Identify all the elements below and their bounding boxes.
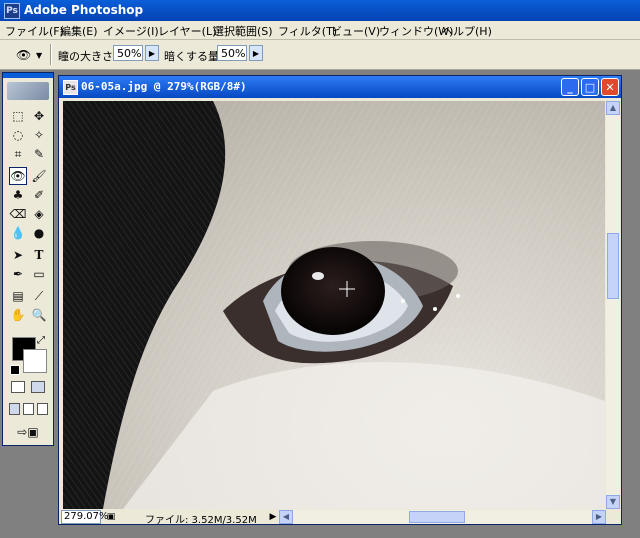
darken-amount-input[interactable] — [217, 45, 247, 61]
blur-tool-icon[interactable]: 💧 — [9, 224, 27, 242]
options-separator — [50, 44, 52, 65]
menu-layer[interactable]: レイヤー(L) — [158, 23, 216, 39]
background-color-swatch[interactable] — [23, 349, 47, 373]
crop-tool-icon[interactable]: ⌗ — [9, 145, 27, 163]
pupil-size-input[interactable] — [113, 45, 143, 61]
screen-mode-fullmenu-button[interactable] — [23, 403, 34, 415]
vertical-scrollbar[interactable]: ▲ ▼ — [606, 101, 620, 509]
history-brush-tool-icon[interactable]: ✐ — [30, 186, 48, 204]
app-title: Adobe Photoshop — [24, 3, 144, 17]
darken-amount-label: 暗くする量: — [164, 50, 223, 63]
vertical-scroll-thumb[interactable] — [607, 233, 619, 299]
status-bar: 279.07% ▣ ファイル: 3.52M/3.52M ▶ ◀ ▶ — [59, 510, 621, 526]
quick-mask-mode-button[interactable] — [31, 381, 45, 393]
move-tool-icon[interactable]: ✥ — [30, 107, 48, 125]
menu-bar: ファイル(F) 編集(E) イメージ(I) レイヤー(L) 選択範囲(S) フィ… — [0, 21, 640, 40]
paint-bucket-tool-icon[interactable]: ◈ — [30, 205, 48, 223]
standard-mode-button[interactable] — [11, 381, 25, 393]
tool-preset-picker[interactable]: 👁 ▼ — [14, 46, 44, 63]
magic-wand-tool-icon[interactable]: ✧ — [30, 126, 48, 144]
zoom-level-field[interactable]: 279.07% — [61, 510, 109, 524]
jump-to-imageready-icon[interactable]: ⇨▣ — [9, 423, 47, 441]
brush-tool-icon[interactable]: 🖌 — [30, 167, 48, 185]
scroll-up-button[interactable]: ▲ — [606, 101, 620, 115]
chevron-down-icon: ▼ — [36, 51, 43, 60]
pupil-size-slider-button[interactable]: ▶ — [145, 45, 159, 61]
rectangle-tool-icon[interactable]: ▭ — [30, 265, 48, 283]
path-selection-tool-icon[interactable]: ➤ — [9, 246, 27, 264]
horizontal-scroll-thumb[interactable] — [409, 511, 465, 523]
close-button[interactable]: ✕ — [601, 78, 619, 96]
zoom-tool-icon[interactable]: 🔍 — [30, 306, 48, 324]
swap-colors-icon[interactable]: ⤢ — [37, 335, 45, 346]
horizontal-scrollbar[interactable]: ◀ ▶ — [279, 510, 606, 524]
eyedropper-tool-icon[interactable]: ⟋ — [30, 287, 48, 305]
dog-eye-photo — [63, 101, 605, 509]
screen-mode-full-button[interactable] — [37, 403, 48, 415]
clone-stamp-tool-icon[interactable]: ♣ — [9, 186, 27, 204]
lasso-tool-icon[interactable]: ◌ — [9, 126, 27, 144]
type-tool-icon[interactable]: T — [30, 246, 48, 264]
marquee-tool-icon[interactable]: ⬚ — [9, 107, 27, 125]
file-size-info: ファイル: 3.52M/3.52M — [145, 515, 257, 526]
menu-view[interactable]: ビュー(V) — [331, 23, 380, 39]
menu-help[interactable]: ヘルプ(H) — [442, 23, 492, 39]
options-bar: 👁 ▼ 瞳の大きさ: ▶ 暗くする量: ▶ — [0, 40, 640, 70]
app-titlebar: Ps Adobe Photoshop — [0, 0, 640, 21]
menu-file[interactable]: ファイル(F) — [5, 23, 64, 39]
notes-tool-icon[interactable]: ▤ — [9, 287, 27, 305]
status-menu-arrow-icon[interactable]: ▶ — [267, 510, 279, 524]
image-canvas[interactable] — [63, 101, 605, 509]
slice-tool-icon[interactable]: ✎ — [30, 145, 48, 163]
pupil-size-label: 瞳の大きさ: — [58, 50, 117, 63]
scroll-down-button[interactable]: ▼ — [606, 495, 620, 509]
scroll-right-button[interactable]: ▶ — [592, 510, 606, 524]
menu-image[interactable]: イメージ(I) — [103, 23, 159, 39]
photoshop-app-icon: Ps — [4, 3, 20, 19]
document-title: 06-05a.jpg @ 279%(RGB/8#) — [81, 80, 247, 93]
minimize-button[interactable]: _ — [561, 78, 579, 96]
red-eye-tool-icon[interactable]: 👁 — [9, 167, 27, 185]
darken-amount-slider-button[interactable]: ▶ — [249, 45, 263, 61]
default-colors-icon[interactable] — [10, 365, 20, 375]
screen-mode-standard-button[interactable] — [9, 403, 20, 415]
document-titlebar[interactable]: Ps 06-05a.jpg @ 279%(RGB/8#) _ □ ✕ — [59, 76, 621, 98]
status-info-icon[interactable]: ▣ — [105, 511, 117, 523]
dodge-tool-icon[interactable]: ● — [30, 224, 48, 242]
pen-tool-icon[interactable]: ✒ — [9, 265, 27, 283]
toolbox: ⬚ ✥ ◌ ✧ ⌗ ✎ 👁 🖌 ♣ ✐ ⌫ ◈ 💧 ● ➤ T ✒ ▭ ▤ ⟋ … — [2, 72, 54, 446]
hand-tool-icon[interactable]: ✋ — [9, 306, 27, 324]
eraser-tool-icon[interactable]: ⌫ — [9, 205, 27, 223]
document-icon: Ps — [63, 80, 78, 95]
red-eye-tool-icon: 👁 — [16, 48, 32, 62]
maximize-button[interactable]: □ — [581, 78, 599, 96]
toolbox-header[interactable] — [3, 73, 53, 78]
menu-filter[interactable]: フィルタ(T) — [278, 23, 337, 39]
menu-edit[interactable]: 編集(E) — [60, 23, 98, 39]
menu-select[interactable]: 選択範囲(S) — [213, 23, 273, 39]
adobe-feather-logo[interactable] — [7, 82, 49, 100]
scroll-left-button[interactable]: ◀ — [279, 510, 293, 524]
document-window: Ps 06-05a.jpg @ 279%(RGB/8#) _ □ ✕ ▲ ▼ 2… — [58, 75, 622, 526]
